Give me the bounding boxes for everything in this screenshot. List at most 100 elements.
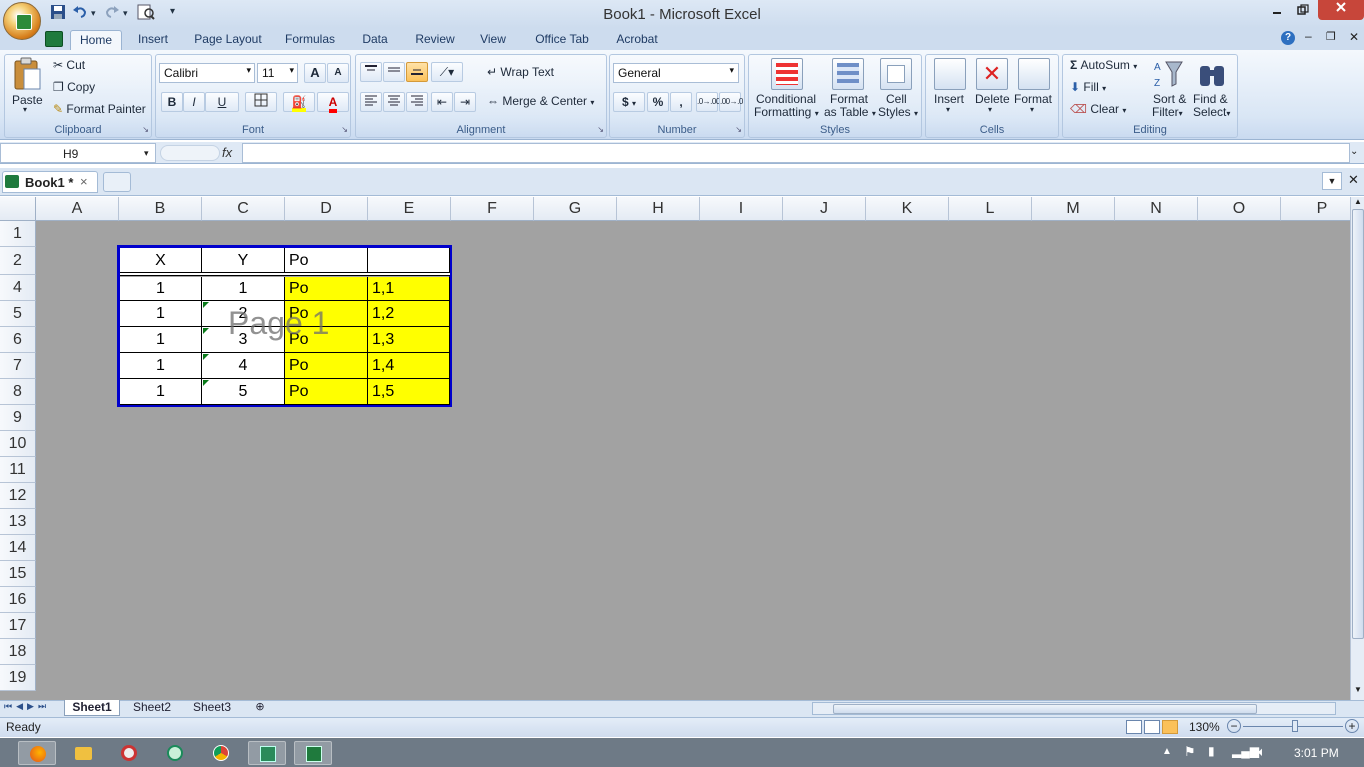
sheet-tab-sheet3[interactable]: Sheet3 xyxy=(184,700,240,716)
font-size-combo[interactable]: 11 ▾ xyxy=(257,63,298,83)
table-header-row-cell-b[interactable]: X xyxy=(120,248,202,273)
close-workbook-icon[interactable]: ✕ xyxy=(1348,172,1359,188)
insert-function-icon[interactable]: fx xyxy=(222,145,232,160)
tab-insert[interactable]: Insert xyxy=(128,30,178,50)
conditional-formatting-button[interactable]: Conditional Formatting ▾ xyxy=(752,56,822,120)
formula-expand-icon[interactable]: ⌄ xyxy=(1350,146,1358,157)
worksheet-grid[interactable]: ABCDEFGHIJKLMNOP 1 2 4 5 6 7 8 9 10 11 12 13 14 15 16 1… xyxy=(0,197,1350,700)
tab-view[interactable]: View xyxy=(472,30,514,50)
insert-sheet-icon[interactable]: ⊕ xyxy=(248,700,272,716)
page-layout-view-icon[interactable] xyxy=(1144,720,1160,734)
row-header-15[interactable]: 15 xyxy=(0,561,36,587)
column-header-e[interactable]: E xyxy=(368,197,451,221)
flag-icon[interactable]: ⚑ xyxy=(1184,744,1196,760)
restore-button[interactable] xyxy=(1291,3,1315,23)
chrome-icon[interactable] xyxy=(202,741,240,765)
table-row-4-cell-c[interactable]: 4 xyxy=(202,353,285,379)
row-header-13[interactable]: 13 xyxy=(0,509,36,535)
bold-button[interactable]: B xyxy=(161,92,183,112)
ribbon-restore-icon[interactable]: ❐ xyxy=(1326,30,1336,43)
column-header-i[interactable]: I xyxy=(700,197,783,221)
column-header-c[interactable]: C xyxy=(202,197,285,221)
column-header-h[interactable]: H xyxy=(617,197,700,221)
clear-button[interactable]: ⌫ Clear ▾ xyxy=(1070,102,1126,116)
column-header-b[interactable]: B xyxy=(119,197,202,221)
format-cells-button[interactable]: Format ▾ xyxy=(1014,56,1054,120)
align-top-button[interactable] xyxy=(360,62,382,82)
column-header-j[interactable]: J xyxy=(783,197,866,221)
format-as-table-button[interactable]: Format as Table ▾ xyxy=(824,56,876,120)
table-header-row-cell-c[interactable]: Y xyxy=(202,248,285,273)
tab-page-layout[interactable]: Page Layout xyxy=(188,30,268,50)
copy-button[interactable]: ❐ Copy xyxy=(53,80,95,94)
row-header-11[interactable]: 11 xyxy=(0,457,36,483)
new-tab-button[interactable] xyxy=(103,172,131,192)
formula-expand-handle[interactable] xyxy=(160,145,220,161)
tab-data[interactable]: Data xyxy=(352,30,398,50)
zoom-out-icon[interactable]: − xyxy=(1227,719,1241,733)
table-row-1-cell-e[interactable]: 1,1 xyxy=(368,277,450,301)
name-box-dropdown-icon[interactable]: ▾ xyxy=(144,148,149,159)
network-app-icon[interactable] xyxy=(156,741,194,765)
table-row-5-cell-d[interactable]: Po xyxy=(285,379,368,405)
table-row-5-cell-c[interactable]: 5 xyxy=(202,379,285,405)
currency-button[interactable]: $ ▾ xyxy=(613,92,645,112)
orientation-button[interactable]: ⟋▾ xyxy=(431,62,463,82)
office-button[interactable] xyxy=(3,2,41,40)
table-row-4-cell-d[interactable]: Po xyxy=(285,353,368,379)
formula-input[interactable] xyxy=(242,143,1350,163)
table-row-1-cell-b[interactable]: 1 xyxy=(120,277,202,301)
sheet-tab-sheet1[interactable]: Sheet1 xyxy=(64,700,120,716)
table-row-5-cell-e[interactable]: 1,5 xyxy=(368,379,450,405)
table-row-3-cell-b[interactable]: 1 xyxy=(120,327,202,353)
dialog-launcher-icon[interactable]: ↘ xyxy=(142,125,149,134)
battery-icon[interactable]: ▮ xyxy=(1208,744,1215,758)
tab-list-dropdown-icon[interactable]: ▼ xyxy=(1322,172,1342,190)
row-header-19[interactable]: 19 xyxy=(0,665,36,691)
paste-button[interactable]: Paste ▾ xyxy=(10,57,44,115)
close-doc-tab-icon[interactable]: × xyxy=(80,174,88,189)
merge-center-button[interactable]: ⇔ Merge & Center ▾ xyxy=(487,94,594,108)
shrink-font-button[interactable]: A xyxy=(327,63,349,83)
table-row-1-cell-d[interactable]: Po xyxy=(285,277,368,301)
file-explorer-icon[interactable] xyxy=(64,741,102,765)
row-header-1[interactable]: 1 xyxy=(0,221,36,247)
column-header-p[interactable]: P xyxy=(1281,197,1350,221)
table-row-4-cell-e[interactable]: 1,4 xyxy=(368,353,450,379)
horizontal-scrollbar[interactable] xyxy=(812,702,1336,715)
zoom-slider-thumb[interactable] xyxy=(1292,720,1298,732)
row-header-12[interactable]: 12 xyxy=(0,483,36,509)
firefox-icon[interactable] xyxy=(18,741,56,765)
align-bottom-button[interactable] xyxy=(406,62,428,82)
column-header-l[interactable]: L xyxy=(949,197,1032,221)
tab-home[interactable]: Home xyxy=(70,30,122,50)
minimize-button[interactable] xyxy=(1265,3,1289,23)
signal-icon[interactable]: ▂▄▆ xyxy=(1232,744,1259,758)
decrease-indent-button[interactable]: ⇤ xyxy=(431,92,453,112)
column-header-d[interactable]: D xyxy=(285,197,368,221)
row-header-16[interactable]: 16 xyxy=(0,587,36,613)
format-painter-button[interactable]: ✎ Format Painter xyxy=(53,102,146,116)
fill-button[interactable]: ⬇ Fill ▾ xyxy=(1070,80,1106,94)
scroll-up-icon[interactable]: ▲ xyxy=(1352,197,1364,209)
underline-button[interactable]: U xyxy=(205,92,239,112)
delete-cells-button[interactable]: ✕ Delete ▾ xyxy=(972,56,1012,120)
sheet-nav-icons[interactable]: ⏮◀▶⏭ xyxy=(4,701,50,712)
table-row-3-cell-e[interactable]: 1,3 xyxy=(368,327,450,353)
increase-decimal-button[interactable]: .0→.00 xyxy=(696,92,720,112)
zoom-in-icon[interactable]: + xyxy=(1345,719,1359,733)
clock[interactable]: 3:01 PM xyxy=(1294,746,1339,760)
table-row-2-cell-e[interactable]: 1,2 xyxy=(368,301,450,327)
borders-button[interactable] xyxy=(245,92,277,112)
table-header-row-cell-e[interactable] xyxy=(368,248,450,273)
align-center-button[interactable] xyxy=(383,92,405,112)
insert-cells-button[interactable]: Insert ▾ xyxy=(930,56,970,120)
row-header-2[interactable]: 2 xyxy=(0,247,36,275)
name-box[interactable]: H9 xyxy=(0,143,156,163)
number-as-text-indicator[interactable] xyxy=(203,380,209,386)
table-row-2-cell-b[interactable]: 1 xyxy=(120,301,202,327)
increase-indent-button[interactable]: ⇥ xyxy=(454,92,476,112)
align-middle-button[interactable] xyxy=(383,62,405,82)
tab-review[interactable]: Review xyxy=(408,30,462,50)
row-header-4[interactable]: 4 xyxy=(0,275,36,301)
